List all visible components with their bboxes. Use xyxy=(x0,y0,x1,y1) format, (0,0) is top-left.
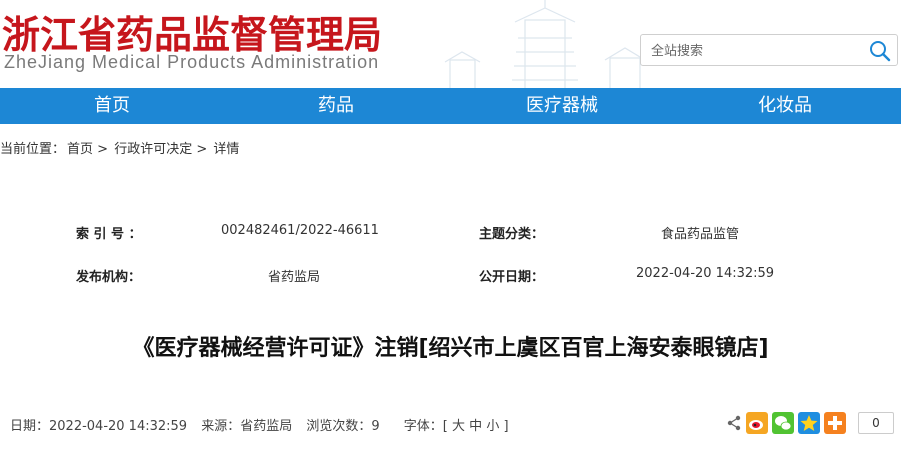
search-input[interactable] xyxy=(649,40,863,62)
article-meta: 日期：2022-04-20 14:32:59 来源：省药监局 浏览次数：9 字体… xyxy=(10,415,509,434)
nav-item-cosmetics[interactable]: 化妆品 xyxy=(735,88,835,124)
search-icon[interactable] xyxy=(869,40,891,62)
breadcrumb-current: 详情 xyxy=(213,142,240,157)
nav-item-home[interactable]: 首页 xyxy=(62,88,162,124)
breadcrumb-home[interactable]: 首页 xyxy=(67,142,93,157)
meta-source: 来源：省药监局 xyxy=(201,419,293,434)
site-logo-english: ZheJiang Medical Products Administration xyxy=(4,52,380,72)
font-size-large[interactable]: 大 xyxy=(452,419,465,434)
breadcrumb-separator: > xyxy=(196,142,208,157)
more-share-plus-icon[interactable] xyxy=(824,412,846,434)
font-size-label: 字体：[ xyxy=(403,419,448,434)
publish-date-label: 公开日期： xyxy=(479,270,545,285)
breadcrumb-separator: > xyxy=(97,142,109,157)
breadcrumb-prefix: 当前位置： xyxy=(0,142,66,157)
share-icon[interactable] xyxy=(726,415,742,431)
meta-views: 浏览次数：9 xyxy=(306,419,380,434)
share-count-badge: 0 xyxy=(858,412,894,434)
font-size-close: ] xyxy=(503,419,509,434)
nav-item-medical-devices[interactable]: 医疗器械 xyxy=(502,88,622,124)
article-title: 《医疗器械经营许可证》注销[绍兴市上虞区百官上海安泰眼镜店] xyxy=(132,336,769,361)
publishing-org-label: 发布机构： xyxy=(76,270,142,285)
topic-category-label: 主题分类： xyxy=(479,227,545,242)
search-box xyxy=(640,34,898,66)
qzone-star-icon[interactable] xyxy=(798,412,820,434)
index-number-label: 索 引 号 ： xyxy=(76,227,142,242)
publishing-org-value: 省药监局 xyxy=(268,270,321,285)
weibo-icon[interactable] xyxy=(746,412,768,434)
breadcrumb: 当前位置： 首页 > 行政许可决定 > 详情 xyxy=(0,138,241,157)
index-number-value: 002482461/2022-46611 xyxy=(221,223,379,238)
site-header: 浙江省药品监督管理局 ZheJiang Medical Products Adm… xyxy=(0,0,901,88)
font-size-small[interactable]: 小 xyxy=(486,419,499,434)
wechat-icon[interactable] xyxy=(772,412,794,434)
publish-date-value: 2022-04-20 14:32:59 xyxy=(636,266,775,281)
breadcrumb-admin-license[interactable]: 行政许可决定 xyxy=(114,142,192,157)
meta-date: 日期：2022-04-20 14:32:59 xyxy=(10,419,188,434)
pagoda-background-art xyxy=(444,0,646,88)
nav-item-drugs[interactable]: 药品 xyxy=(286,88,386,124)
site-logo-chinese[interactable]: 浙江省药品监督管理局 xyxy=(2,4,382,59)
font-size-medium[interactable]: 中 xyxy=(469,419,482,434)
main-navigation: 首页 药品 医疗器械 化妆品 xyxy=(0,88,901,124)
topic-category-value: 食品药品监管 xyxy=(661,227,740,242)
